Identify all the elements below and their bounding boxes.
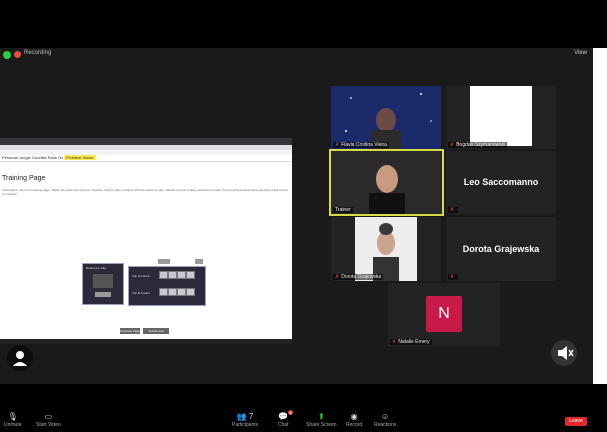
person-icon (13, 351, 27, 366)
clip-b-title: Clip B Instant (132, 291, 150, 295)
speaker-video (331, 151, 442, 214)
participant-tile[interactable]: N ✗ Natalie Emery (388, 283, 500, 346)
unmute-button[interactable]: 🎙 Unmute (4, 412, 22, 428)
participant-tile[interactable]: Leo Saccomanno ✗ (446, 151, 556, 214)
reference-video-thumbnail[interactable] (93, 274, 113, 288)
rank-2-button[interactable] (168, 288, 177, 296)
participant-name: ✗ Bogdan Szymanowski (448, 142, 508, 148)
clip-header-button[interactable] (158, 259, 170, 264)
clip-header-button[interactable] (195, 259, 203, 264)
participant-name: ✗ Flavia Cristina Vieira (333, 142, 389, 148)
meeting-toolbar: 🎙 Unmute ▭ Start Video 👥 7 Participants … (0, 408, 593, 432)
security-shield-icon[interactable] (3, 51, 11, 59)
shared-screen: Personal Jungle Goodlist Rank Hu Problem… (0, 138, 292, 344)
rank-4-button[interactable] (186, 271, 195, 279)
record-label: Record (346, 422, 363, 428)
start-video-label: Start Video (36, 422, 61, 428)
leave-button[interactable]: Leave (565, 417, 587, 426)
rank-1-button[interactable] (159, 288, 168, 296)
speaker-mute-overlay[interactable] (551, 340, 577, 366)
mic-icon: 🎙 (7, 412, 18, 421)
app-nav-highlight[interactable]: Problem Solver (64, 155, 96, 160)
participant-display-name: Dorota Grajewska (462, 244, 540, 254)
participant-display-name: Leo Saccomanno (463, 177, 539, 187)
app-nav-tab[interactable]: Hu (58, 155, 63, 160)
reactions-button[interactable]: ☺ Reactions (374, 412, 396, 428)
top-bar: Recording View (0, 48, 593, 62)
chat-icon: 💬 4 (278, 410, 293, 421)
participants-icon: 👥 7 (236, 412, 254, 421)
zoom-window: Recording View Personal Jungle Goodlist … (0, 48, 593, 428)
right-edge-strip (593, 48, 607, 384)
share-screen-button[interactable]: ⬆ Share Screen (306, 412, 337, 428)
page-title: Training Page (2, 175, 46, 182)
rank-3-button[interactable] (177, 288, 186, 296)
galaxy-background (345, 93, 432, 149)
reference-clip-panel: Reference Clip (82, 263, 124, 305)
participant-avatar: N (426, 296, 462, 332)
share-screen-icon: ⬆ (317, 412, 325, 421)
browser-tabbar (0, 138, 292, 145)
active-speaker-tile[interactable]: Trainer (329, 149, 444, 216)
mic-muted-icon: ✗ (448, 207, 459, 213)
app-header: Personal Jungle Goodlist Rank Hu Problem… (0, 155, 292, 162)
record-icon: ◉ (350, 412, 358, 421)
reactions-icon: ☺ (381, 412, 390, 421)
share-screen-label: Share Screen (306, 422, 337, 428)
participant-video (355, 217, 417, 281)
chat-label: Chat (278, 422, 289, 428)
user-avatar-overlay[interactable] (7, 345, 33, 371)
record-button[interactable]: ◉ Record (346, 412, 362, 428)
start-video-button[interactable]: ▭ Start Video (36, 412, 61, 428)
app-nav-rank[interactable]: Rank (48, 155, 57, 160)
recording-dot-icon (14, 51, 21, 58)
video-icon: ▭ (44, 412, 53, 421)
rank-4-button[interactable] (186, 288, 195, 296)
rank-3-button[interactable] (177, 271, 186, 279)
previous-page-button[interactable]: Previous Page (120, 328, 140, 334)
participant-name: ✗ Dorota Grajewska (333, 274, 384, 280)
clip-ranking-panel: Clip A Instant Clip B Instant (128, 266, 206, 306)
mic-muted-icon: ✗ (448, 274, 459, 280)
participant-tile[interactable]: ✗ Flavia Cristina Vieira (331, 86, 441, 149)
instructions-text: Instructions: this is the training page.… (2, 188, 288, 196)
reference-clip-title: Reference Clip (86, 266, 106, 270)
reference-play-button[interactable] (95, 292, 111, 297)
chat-badge: 4 (288, 410, 293, 415)
recording-label: Recording (24, 50, 52, 56)
app-brand: Personal Jungle Goodlist (2, 155, 47, 160)
submit-button[interactable]: Submit and Continue (143, 328, 169, 339)
taskbar (0, 339, 292, 344)
participant-tile[interactable]: Dorota Grajewska ✗ (446, 217, 556, 281)
rank-1-button[interactable] (159, 271, 168, 279)
chat-button[interactable]: 💬 4 Chat (278, 410, 293, 428)
reactions-label: Reactions (374, 422, 397, 428)
participants-count: 7 (248, 412, 254, 421)
participant-name: ✗ Natalie Emery (390, 339, 432, 345)
view-button[interactable]: View (574, 50, 587, 56)
participant-tile[interactable]: ✗ Bogdan Szymanowski (446, 86, 556, 149)
rank-2-button[interactable] (168, 271, 177, 279)
clip-a-title: Clip A Instant (132, 274, 150, 278)
speaker-muted-icon (558, 346, 574, 360)
participants-button[interactable]: 👥 7 Participants (232, 412, 258, 428)
participant-tile[interactable]: ✗ Dorota Grajewska (331, 217, 441, 281)
unmute-label: Unmute (4, 422, 22, 428)
blank-video (470, 86, 532, 146)
participants-label: Participants (232, 422, 259, 428)
participant-name: Trainer (333, 207, 353, 213)
